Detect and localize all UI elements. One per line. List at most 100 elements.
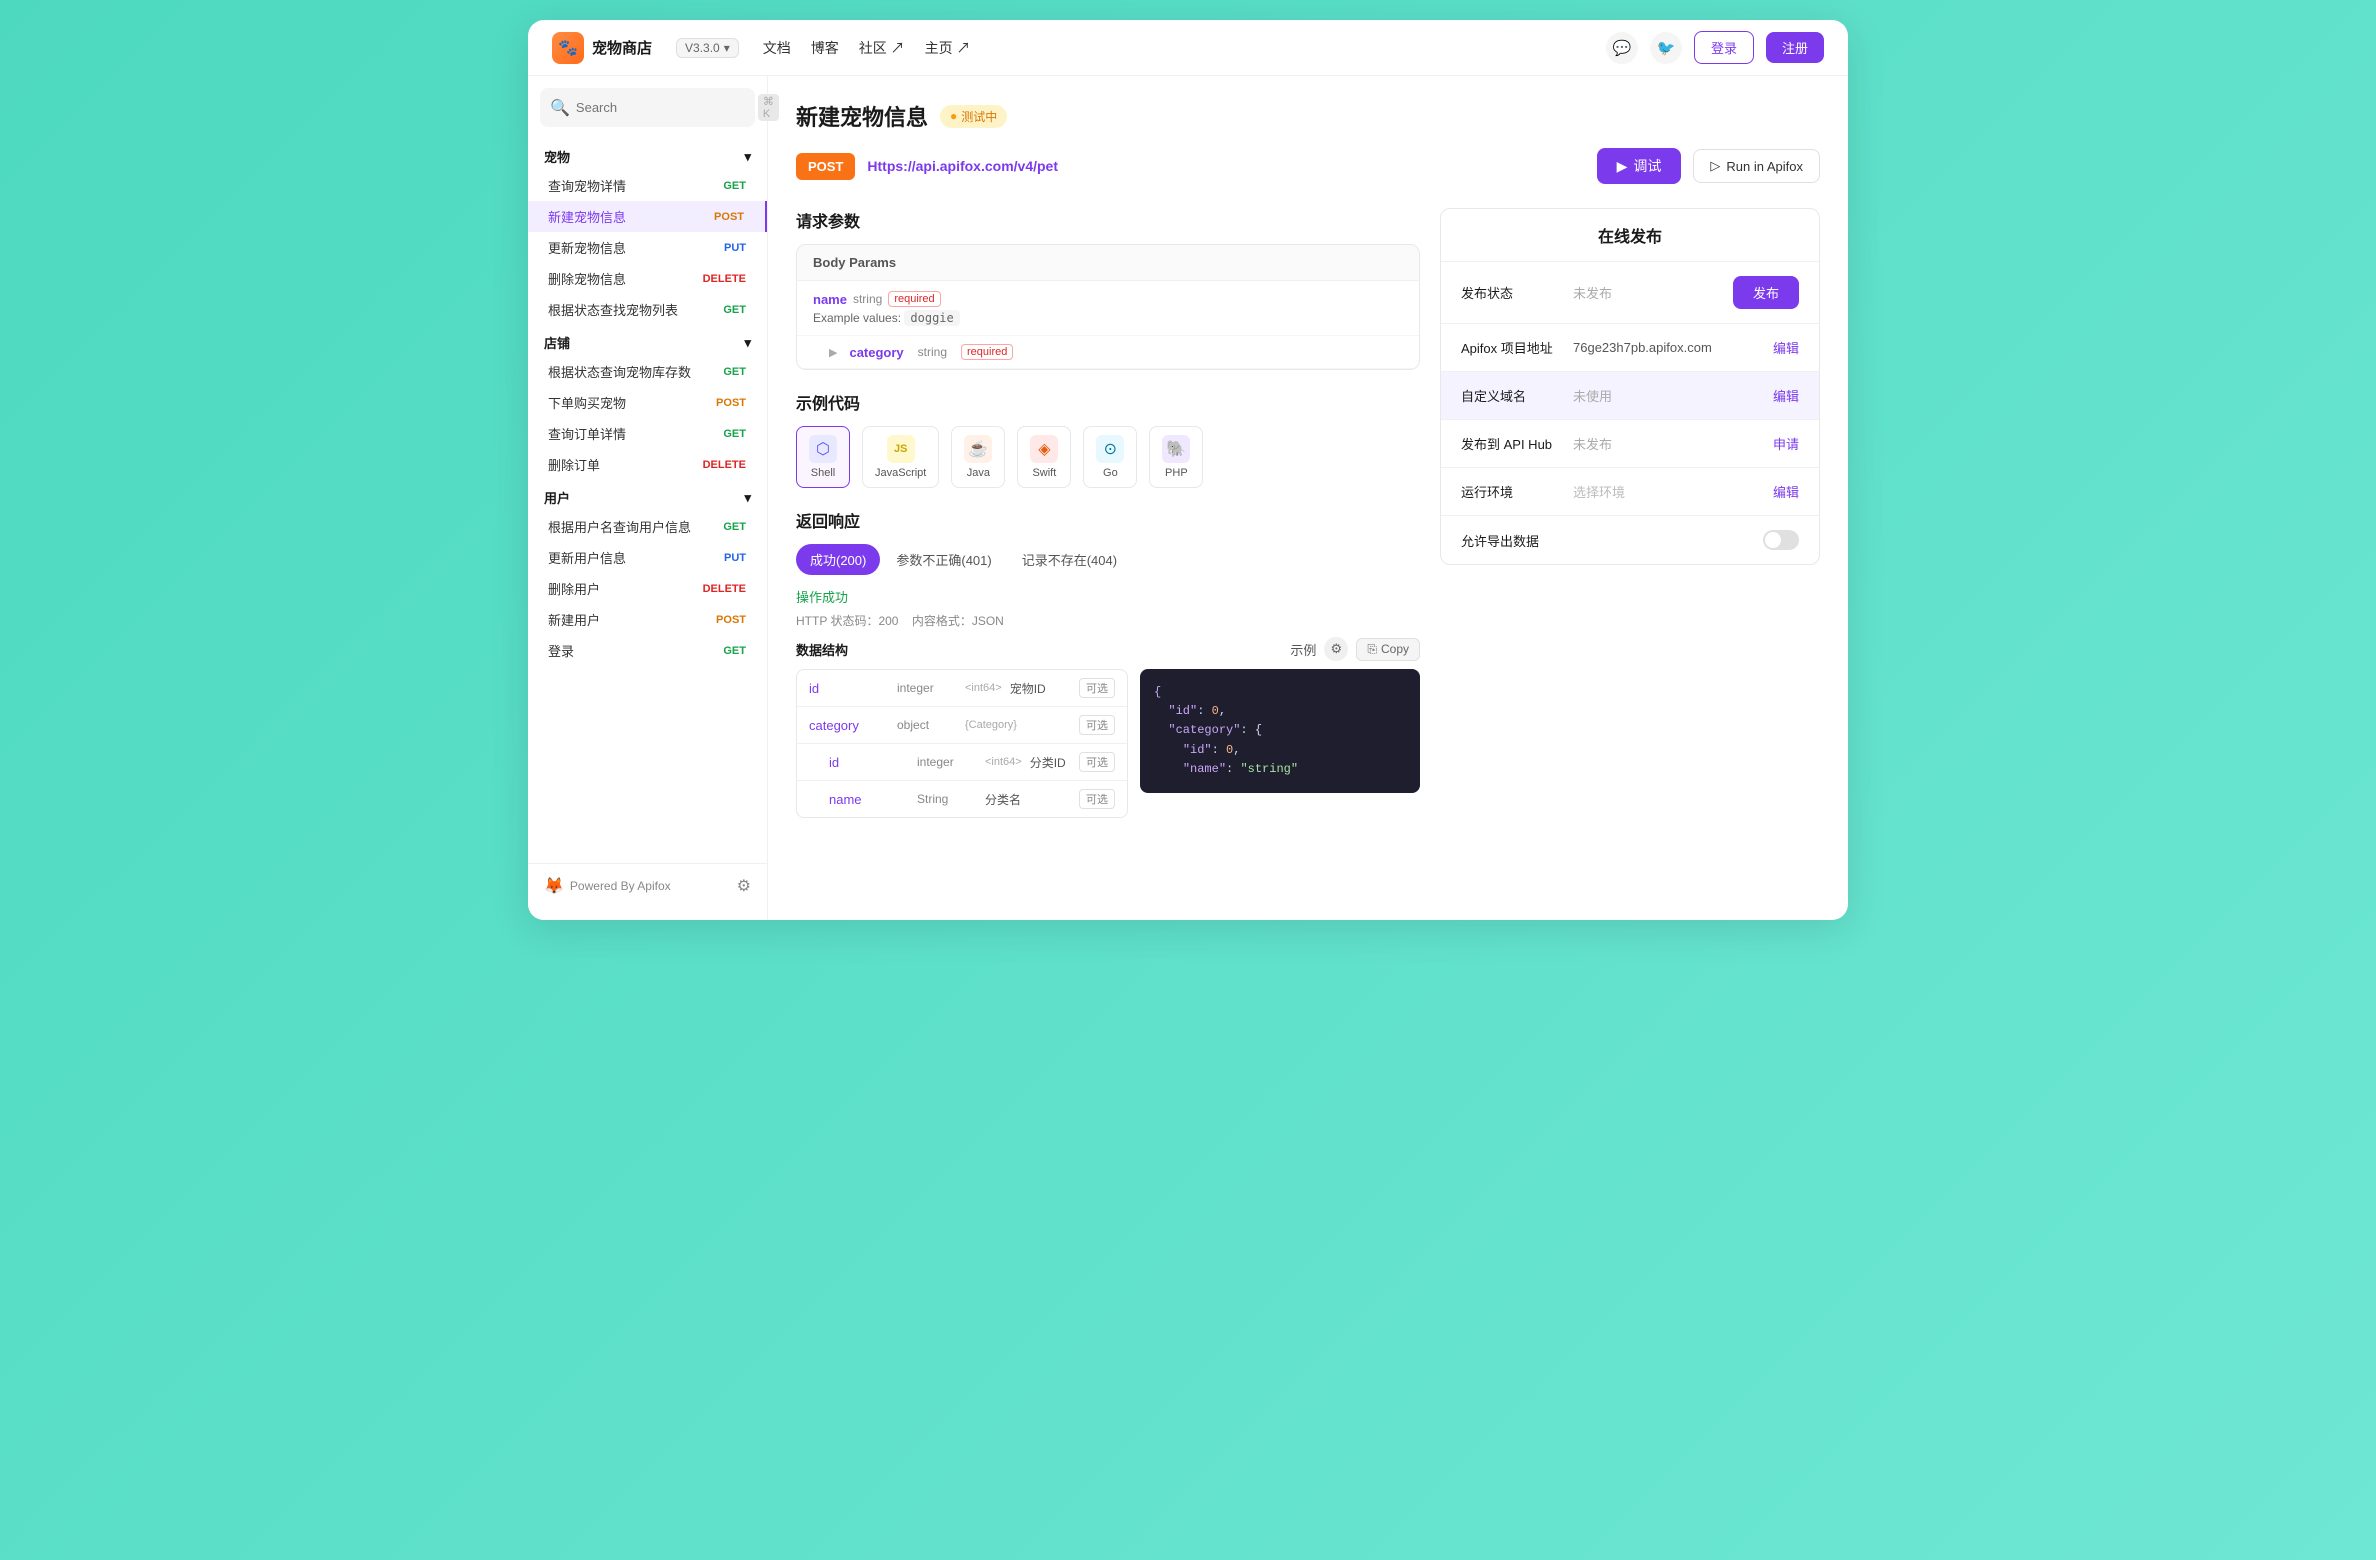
publish-row-status: 发布状态 未发布 发布 [1441,262,1819,324]
sidebar-item-user-delete[interactable]: 删除用户 DELETE [528,573,767,604]
code-tab-go[interactable]: ⊙ Go [1083,426,1137,488]
code-tab-php[interactable]: 🐘 PHP [1149,426,1203,488]
test-button[interactable]: ▶ 调试 [1597,148,1682,184]
json-preview-container: { "id": 0, "category": { "id": 0, "name"… [1140,669,1420,818]
param-row-name: name string required Example values: dog… [797,281,1419,336]
sidebar-item-user-login[interactable]: 登录 GET [528,635,767,666]
nav-home[interactable]: 主页 ↗ [925,38,971,58]
header: 🐾 宠物商店 V3.3.0 ▾ 文档 博客 社区 ↗ 主页 ↗ 💬 🐦 登录 注… [528,20,1848,76]
sidebar-item-user-create[interactable]: 新建用户 POST [528,604,767,635]
sidebar-item-post-pet[interactable]: 新建宠物信息 POST [528,201,767,232]
sidebar-item-shop-order-detail[interactable]: 查询订单详情 GET [528,418,767,449]
method-badge-get5: GET [718,520,751,534]
apply-api-hub-link[interactable]: 申请 [1773,434,1799,453]
version-badge[interactable]: V3.3.0 ▾ [676,38,739,58]
sidebar-section-shop[interactable]: 店铺 ▾ [528,325,767,356]
response-section: 返回响应 成功(200) 参数不正确(401) 记录不存在(404) 操作成功 … [796,508,1420,818]
chevron-down-icon: ▾ [744,149,751,165]
param-row-category: ▶ category string required [797,336,1419,369]
chevron-right-icon[interactable]: ▶ [829,346,837,359]
run-button[interactable]: ▷ Run in Apifox [1693,149,1820,183]
logo-area: 🐾 宠物商店 [552,32,652,64]
copy-icon: ⎘ [1367,642,1377,657]
code-examples-section: 示例代码 ⬡ Shell JS JavaScript ☕ [796,390,1420,488]
param-tags-name: name string required [813,291,1403,307]
sidebar-section-users[interactable]: 用户 ▾ [528,480,767,511]
method-badge-delete2: DELETE [698,458,751,472]
sidebar-item-delete-pet[interactable]: 删除宠物信息 DELETE [528,263,767,294]
copy-button[interactable]: ⎘ Copy [1356,638,1420,661]
chevron-down-icon: ▾ [744,335,751,351]
request-params-title: 请求参数 [796,208,1420,232]
endpoint-row: POST Https://api.apifox.com/v4/pet ▶ 调试 … [796,148,1820,184]
nav-community[interactable]: 社区 ↗ [859,38,905,58]
body-params-header: Body Params [797,245,1419,281]
sidebar-item-shop-inventory[interactable]: 根据状态查询宠物库存数 GET [528,356,767,387]
method-badge-post2: POST [711,396,751,410]
main-content: 新建宠物信息 ● 测试中 POST Https://api.apifox.com… [768,76,1848,920]
response-tab-404[interactable]: 记录不存在(404) [1008,544,1131,575]
chevron-down-icon: ▾ [744,490,751,506]
response-tab-401[interactable]: 参数不正确(401) [882,544,1005,575]
response-tab-200[interactable]: 成功(200) [796,544,880,575]
header-nav: 文档 博客 社区 ↗ 主页 ↗ [763,38,971,58]
search-input[interactable] [576,100,752,115]
edit-domain-link[interactable]: 编辑 [1773,386,1799,405]
response-title: 返回响应 [796,508,1420,532]
method-badge-put: PUT [719,241,751,255]
js-icon: JS [887,435,915,463]
powered-by: 🦊 Powered By Apifox [544,876,671,896]
sidebar-item-shop-delete-order[interactable]: 删除订单 DELETE [528,449,767,480]
settings-icon[interactable]: ⚙ [1324,637,1348,661]
code-tab-java[interactable]: ☕ Java [951,426,1005,488]
example-controls: 示例 ⚙ ⎘ Copy [1290,637,1420,661]
param-example: Example values: doggie [813,311,1403,325]
settings-icon[interactable]: ⚙ [737,876,751,896]
method-badge-get2: GET [718,303,751,317]
publish-panel: 在线发布 发布状态 未发布 发布 Apifox 项目地址 76ge23h7pb.… [1440,208,1820,565]
go-icon: ⊙ [1096,435,1124,463]
publish-button[interactable]: 发布 [1733,276,1799,309]
sidebar-item-get-pet[interactable]: 查询宠物详情 GET [528,170,767,201]
data-row-id: id integer <int64> 宠物ID 可选 [797,670,1127,707]
nav-docs[interactable]: 文档 [763,38,791,58]
twitter-icon[interactable]: 🐦 [1650,32,1682,64]
data-row-category: category object {Category} 可选 [797,707,1127,744]
data-table-header: 数据结构 示例 ⚙ ⎘ Copy [796,637,1420,661]
export-toggle[interactable] [1763,530,1799,550]
search-box[interactable]: 🔍 ⌘ K [540,88,755,127]
swift-icon: ◈ [1030,435,1058,463]
login-button[interactable]: 登录 [1694,31,1754,64]
method-label: POST [796,153,855,180]
data-grid: id integer <int64> 宠物ID 可选 category obje… [796,669,1420,818]
code-tab-js[interactable]: JS JavaScript [862,426,939,488]
code-tab-shell[interactable]: ⬡ Shell [796,426,850,488]
register-button[interactable]: 注册 [1766,32,1824,63]
sidebar-item-user-update[interactable]: 更新用户信息 PUT [528,542,767,573]
edit-env-link[interactable]: 编辑 [1773,482,1799,501]
wechat-icon[interactable]: 💬 [1606,32,1638,64]
code-tabs: ⬡ Shell JS JavaScript ☕ Java [796,426,1420,488]
two-col-layout: 请求参数 Body Params name string required [796,208,1820,838]
request-params-section: 请求参数 Body Params name string required [796,208,1420,370]
method-badge-post3: POST [711,613,751,627]
publish-header: 在线发布 [1441,209,1819,262]
play-icon: ▶ [1617,158,1628,175]
method-badge-get: GET [718,179,751,193]
publish-row-api-hub: 发布到 API Hub 未发布 申请 [1441,420,1819,468]
json-preview: { "id": 0, "category": { "id": 0, "name"… [1140,669,1420,793]
sidebar-item-put-pet[interactable]: 更新宠物信息 PUT [528,232,767,263]
nav-blog[interactable]: 博客 [811,38,839,58]
sidebar-section-pets[interactable]: 宠物 ▾ [528,139,767,170]
example-label: 示例 [1290,640,1316,659]
method-badge-delete3: DELETE [698,582,751,596]
code-tab-swift[interactable]: ◈ Swift [1017,426,1071,488]
logo-icon: 🐾 [552,32,584,64]
sidebar-item-shop-order[interactable]: 下单购买宠物 POST [528,387,767,418]
sidebar-item-find-pet[interactable]: 根据状态查找宠物列表 GET [528,294,767,325]
method-badge-get3: GET [718,365,751,379]
main-layout: 🔍 ⌘ K 宠物 ▾ 查询宠物详情 GET 新建宠物信息 POST 更新宠物信息… [528,76,1848,920]
sidebar-item-user-query[interactable]: 根据用户名查询用户信息 GET [528,511,767,542]
edit-project-url-link[interactable]: 编辑 [1773,338,1799,357]
logo-text: 宠物商店 [592,37,652,58]
